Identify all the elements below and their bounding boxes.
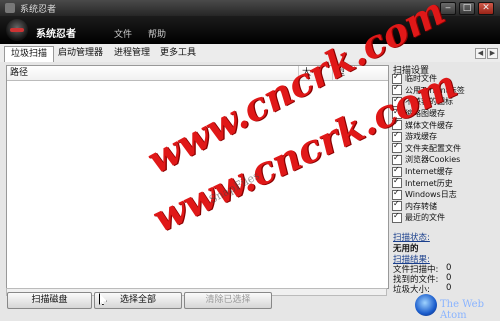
logo-text: The Web Atom bbox=[440, 299, 484, 321]
scan-option[interactable]: 最近的文件 bbox=[392, 211, 498, 224]
column-path[interactable]: 路径 bbox=[10, 66, 28, 80]
tab-next-icon[interactable]: ▶ bbox=[487, 48, 498, 59]
scan-option[interactable]: 缩略图缓存 bbox=[392, 107, 498, 120]
scan-option-label: 内存转储 bbox=[405, 201, 437, 211]
column-type[interactable]: 型 bbox=[332, 66, 345, 80]
menu-file[interactable]: 文件 bbox=[114, 27, 132, 40]
window-title: 系统忍者 bbox=[20, 5, 57, 15]
scan-option[interactable]: Internet历史 bbox=[392, 176, 498, 189]
files-found-value: 0 bbox=[446, 273, 452, 283]
close-button[interactable]: ✕ bbox=[478, 2, 494, 15]
checkbox[interactable] bbox=[392, 107, 402, 119]
scan-disk-button[interactable]: 扫描磁盘 bbox=[7, 292, 92, 309]
title-bar: 系统忍者 ‒ □ ✕ bbox=[0, 0, 500, 16]
scan-option-label: 最近的文件 bbox=[405, 213, 445, 223]
scan-option-label: 游戏缓存 bbox=[405, 132, 437, 142]
tab-more-tools[interactable]: 更多工具 bbox=[154, 46, 202, 61]
tab-bar: 垃圾扫描 启动管理器 进程管理 更多工具 ◀ ▶ bbox=[0, 44, 500, 63]
checkbox[interactable] bbox=[392, 118, 402, 131]
scan-option[interactable]: 文件夹配置文件 bbox=[392, 141, 498, 155]
checkbox[interactable] bbox=[392, 95, 402, 107]
column-size[interactable]: 大 bbox=[298, 66, 322, 80]
checkbox[interactable] bbox=[392, 83, 402, 96]
menu-bar: 文件 帮助 bbox=[114, 27, 166, 40]
tab-junk-scan[interactable]: 垃圾扫描 bbox=[4, 46, 55, 62]
checkbox[interactable] bbox=[392, 141, 402, 154]
scan-option-label: 浏览器Cookies bbox=[405, 155, 461, 165]
ninja-logo-icon bbox=[6, 19, 28, 41]
scan-option[interactable]: Internet缓存 bbox=[392, 165, 498, 178]
results-list[interactable]: 路径 大 型 bbox=[6, 65, 389, 289]
scan-option-label: 缩略图缓存 bbox=[405, 109, 445, 119]
window-controls: ‒ □ ✕ bbox=[440, 2, 494, 15]
tab-process-manager[interactable]: 进程管理 bbox=[108, 46, 156, 61]
scan-options: 临时文件公用Torrent标签不兼容的图标缩略图缓存媒体文件缓存游戏缓存文件夹配… bbox=[392, 72, 498, 224]
minimize-button[interactable]: ‒ bbox=[440, 2, 456, 15]
brand-name: 系统忍者 bbox=[36, 29, 76, 40]
checkbox[interactable] bbox=[392, 211, 402, 223]
tab-prev-icon[interactable]: ◀ bbox=[475, 48, 486, 59]
checkbox[interactable] bbox=[392, 199, 402, 212]
checkbox[interactable] bbox=[392, 153, 402, 165]
clear-selection-button[interactable]: 清除已选择 bbox=[184, 292, 272, 309]
scan-option[interactable]: 内存转储 bbox=[392, 199, 498, 213]
scan-option-label: 媒体文件缓存 bbox=[405, 120, 453, 130]
scan-option-label: 临时文件 bbox=[405, 74, 437, 84]
scan-option[interactable]: Windows日志 bbox=[392, 188, 498, 201]
tab-startup-manager[interactable]: 启动管理器 bbox=[52, 46, 109, 61]
checkbox[interactable] bbox=[392, 165, 402, 177]
scan-option-label: 文件夹配置文件 bbox=[405, 143, 461, 153]
scan-option[interactable]: 临时文件 bbox=[392, 72, 498, 85]
files-scanning-value: 0 bbox=[446, 263, 452, 273]
scan-option[interactable]: 不兼容的图标 bbox=[392, 95, 498, 108]
scan-option-label: 公用Torrent标签 bbox=[405, 85, 465, 95]
scan-option[interactable]: 媒体文件缓存 bbox=[392, 118, 498, 131]
atom-logo-icon bbox=[415, 294, 437, 316]
select-all-button[interactable]: 选择全部 bbox=[94, 292, 182, 309]
maximize-button[interactable]: □ bbox=[459, 2, 475, 15]
checkbox[interactable] bbox=[392, 72, 402, 84]
scan-option-label: 不兼容的图标 bbox=[405, 97, 453, 107]
web-atom-logo: The Web Atom bbox=[412, 292, 498, 321]
menu-help[interactable]: 帮助 bbox=[148, 27, 166, 40]
scan-option[interactable]: 浏览器Cookies bbox=[392, 153, 498, 166]
scan-option[interactable]: 公用Torrent标签 bbox=[392, 83, 498, 97]
app-header: 系统忍者 文件 帮助 bbox=[0, 16, 500, 44]
checkbox[interactable] bbox=[392, 188, 402, 200]
list-header: 路径 大 型 bbox=[7, 66, 388, 81]
scan-option-label: Windows日志 bbox=[405, 190, 457, 200]
checkbox[interactable] bbox=[392, 130, 402, 142]
scan-option-label: Internet历史 bbox=[405, 178, 453, 188]
checkbox[interactable] bbox=[392, 176, 402, 189]
scan-option[interactable]: 游戏缓存 bbox=[392, 130, 498, 143]
app-icon bbox=[5, 3, 15, 13]
main-panel: 路径 大 型 扫描设置 临时文件公用Torrent标签不兼容的图标缩略图缓存媒体… bbox=[0, 62, 500, 321]
scan-option-label: Internet缓存 bbox=[405, 167, 453, 177]
